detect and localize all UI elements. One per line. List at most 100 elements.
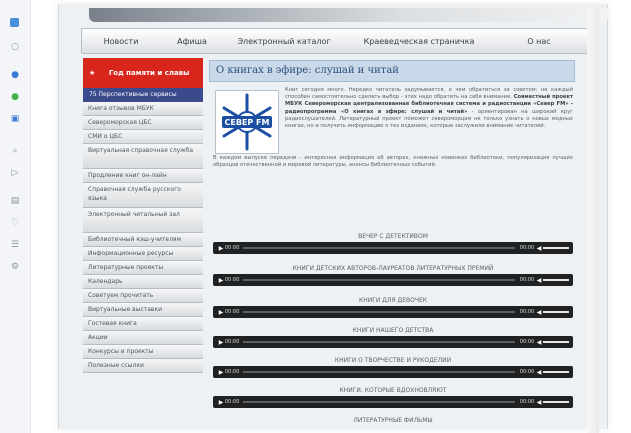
page-title: О книгах в эфире: слушай и читай (209, 60, 575, 82)
sidebar-item[interactable]: Полезные ссылки (83, 359, 203, 373)
arrow-icon[interactable]: ▷ (10, 168, 20, 178)
volume-slider[interactable] (543, 279, 569, 281)
progress-bar[interactable] (243, 341, 515, 343)
main-content: О книгах в эфире: слушай и читай СЕВЕР F… (209, 60, 575, 429)
track-title: КНИГИ, КОТОРЫЕ ВДОХНОВЛЯЮТ (339, 387, 447, 394)
play-icon[interactable]: ▶ (217, 309, 225, 316)
sidebar-item[interactable]: Виртуальная справочная служба (83, 144, 203, 169)
nav-afisha[interactable]: Афиша (160, 37, 224, 46)
track-title: КНИГИ НАШЕГО ДЕТСТВА (352, 327, 434, 334)
duration: 00:00 (519, 399, 535, 405)
body-paragraph: В каждом выпуске передачи - интересная и… (213, 155, 573, 169)
volume-slider[interactable] (543, 247, 569, 249)
audio-track: КНИГИ ДЛЯ ДЕВОЧЕК ▶ 00:00 00:00 ◀ (213, 296, 573, 318)
sidebar-item[interactable]: Виртуальные выставки (83, 303, 203, 317)
progress-bar[interactable] (243, 311, 515, 313)
audio-track: ВЕЧЕР С ДЕТЕКТИВОМ ▶ 00:00 00:00 ◀ (213, 232, 573, 254)
sidebar-item[interactable]: Справочная служба русского языка (83, 183, 203, 208)
duration: 00:00 (519, 339, 535, 345)
audio-player[interactable]: ▶ 00:00 00:00 ◀ (213, 242, 573, 254)
volume-icon[interactable]: ◀ (535, 399, 543, 406)
nav-about[interactable]: О нас (494, 37, 584, 46)
nav-local-history[interactable]: Краеведческая страничка (344, 37, 494, 46)
nav-news[interactable]: Новости (82, 37, 160, 46)
sidebar-item[interactable]: Книга отзывов МБУК (83, 102, 203, 116)
track-title: КНИГИ ДЛЯ ДЕВОЧЕК (358, 297, 428, 304)
volume-slider[interactable] (543, 371, 569, 373)
browser-sidebar: ○ ● ● ▣ ⌕ ▷ ▤ ♡ ☰ ⚙ (0, 0, 31, 433)
play-icon[interactable]: ▶ (217, 339, 225, 346)
heart-icon[interactable]: ♡ (10, 218, 20, 228)
sidebar-subhead[interactable]: 75 Перспективные сервисы (83, 88, 203, 102)
volume-icon[interactable]: ◀ (535, 277, 543, 284)
progress-bar[interactable] (243, 279, 515, 281)
volume-icon[interactable]: ◀ (535, 369, 543, 376)
sidebar-item[interactable]: Информационные ресурсы (83, 247, 203, 261)
audio-player[interactable]: ▶ 00:00 00:00 ◀ (213, 396, 573, 408)
duration: 00:00 (519, 245, 535, 251)
play-icon[interactable]: ▶ (217, 399, 225, 406)
current-time: 00:00 (225, 369, 240, 375)
sidebar-menu: ★ Год памяти и славы 75 Перспективные се… (83, 58, 203, 429)
sidebar-item[interactable]: Литературные проекты (83, 261, 203, 275)
volume-icon[interactable]: ◀ (535, 339, 543, 346)
sidebar-item[interactable]: Библиотечный кэш-учителям (83, 233, 203, 247)
radio-logo: СЕВЕР FM (215, 90, 279, 154)
duration: 00:00 (519, 309, 535, 315)
sidebar-item[interactable]: Продление книг он-лайн (83, 169, 203, 183)
audio-player[interactable]: ▶ 00:00 00:00 ◀ (213, 366, 573, 378)
settings-icon[interactable]: ⚙ (10, 262, 20, 272)
sidebar-item[interactable]: Календарь (83, 275, 203, 289)
web-page: Новости Афиша Электронный каталог Краеве… (58, 4, 609, 433)
sidebar-head-label: Год памяти и славы (108, 69, 190, 77)
header-banner (89, 8, 609, 22)
logo-text: СЕВЕР FM (225, 118, 270, 127)
track-title: ВЕЧЕР С ДЕТЕКТИВОМ (358, 233, 428, 240)
sidebar-item[interactable]: Гостевая книга (83, 317, 203, 331)
current-time: 00:00 (225, 277, 240, 283)
tab-icon[interactable]: ▣ (10, 114, 20, 124)
sidebar-item[interactable]: Электронный читальный зал (83, 208, 203, 233)
audio-track: КНИГИ ДЕТСКИХ АВТОРОВ-ЛАУРЕАТОВ ЛИТЕРАТУ… (213, 264, 573, 286)
sidebar-item[interactable]: Акции (83, 331, 203, 345)
dot-green-icon[interactable]: ● (10, 92, 20, 102)
volume-slider[interactable] (543, 401, 569, 403)
audio-track: КНИГИ НАШЕГО ДЕТСТВА ▶ 00:00 00:00 ◀ (213, 326, 573, 348)
current-time: 00:00 (225, 245, 240, 251)
current-time: 00:00 (225, 339, 240, 345)
volume-icon[interactable]: ◀ (535, 309, 543, 316)
sidebar-item[interactable]: Конкурсы и проекты (83, 345, 203, 359)
audio-track: ЛИТЕРАТУРНЫЕ ФИЛЬМЫ (213, 416, 573, 426)
circle-icon[interactable]: ○ (10, 42, 20, 52)
current-time: 00:00 (225, 399, 240, 405)
sidebar-item[interactable]: Североморская ЦБС (83, 116, 203, 130)
panel-icon[interactable]: ▤ (10, 196, 20, 206)
search-icon[interactable]: ⌕ (10, 146, 20, 156)
intro-text: Книг сегодня много. Нередко читатель зад… (285, 87, 573, 130)
list-icon[interactable]: ☰ (10, 240, 20, 250)
duration: 00:00 (519, 369, 535, 375)
progress-bar[interactable] (243, 371, 515, 373)
volume-slider[interactable] (543, 311, 569, 313)
sidebar-item[interactable]: СМИ о ЦБС (83, 130, 203, 144)
audio-player[interactable]: ▶ 00:00 00:00 ◀ (213, 274, 573, 286)
sidebar-item[interactable]: Советуем прочитать (83, 289, 203, 303)
page-shadow-edge (587, 8, 599, 433)
dot-blue-icon[interactable]: ● (10, 70, 20, 80)
top-navigation: Новости Афиша Электронный каталог Краеве… (81, 28, 597, 54)
current-time: 00:00 (225, 309, 240, 315)
audio-player[interactable]: ▶ 00:00 00:00 ◀ (213, 306, 573, 318)
volume-slider[interactable] (543, 341, 569, 343)
progress-bar[interactable] (243, 247, 515, 249)
play-icon[interactable]: ▶ (217, 245, 225, 252)
volume-icon[interactable]: ◀ (535, 245, 543, 252)
track-title: КНИГИ О ТВОРЧЕСТВЕ И РУКОДЕЛИИ (334, 357, 452, 364)
nav-catalog[interactable]: Электронный каталог (224, 37, 344, 46)
sidebar-head-banner[interactable]: ★ Год памяти и славы (83, 58, 203, 88)
progress-bar[interactable] (243, 401, 515, 403)
grid-icon[interactable] (10, 18, 19, 27)
play-icon[interactable]: ▶ (217, 277, 225, 284)
audio-player[interactable]: ▶ 00:00 00:00 ◀ (213, 336, 573, 348)
duration: 00:00 (519, 277, 535, 283)
play-icon[interactable]: ▶ (217, 369, 225, 376)
